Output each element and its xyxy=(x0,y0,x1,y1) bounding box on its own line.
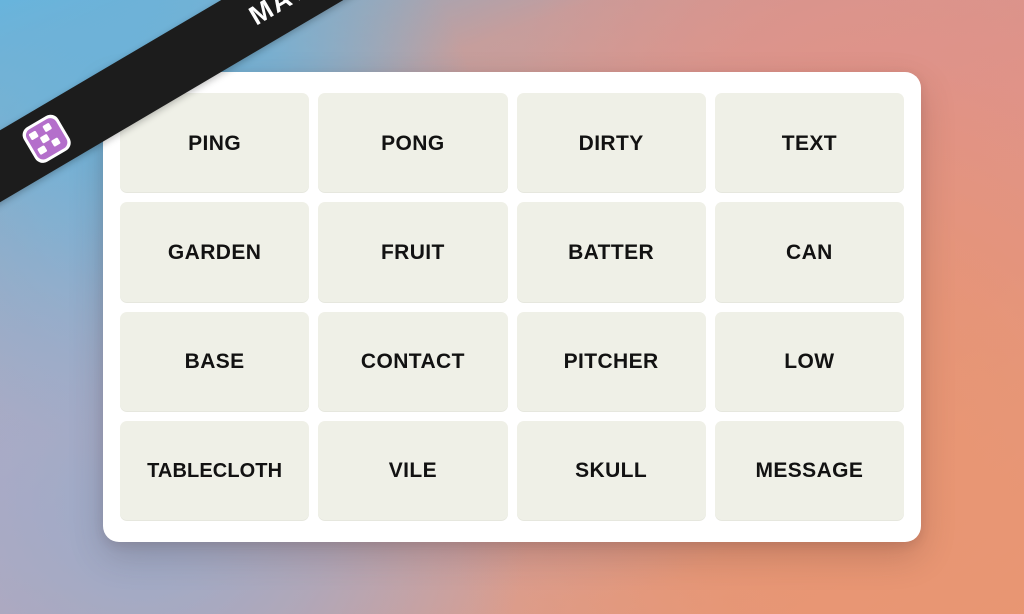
word-tile[interactable]: CAN xyxy=(714,202,904,303)
word-tile-label: FRUIT xyxy=(380,240,445,264)
word-tile-label: GARDEN xyxy=(167,240,262,264)
word-tile[interactable]: BATTER xyxy=(516,202,706,303)
word-tile[interactable]: VILE xyxy=(318,420,508,521)
word-tile[interactable]: BASE xyxy=(120,311,310,412)
word-tile-label: PONG xyxy=(381,131,445,155)
word-tile-label: CAN xyxy=(786,240,833,264)
word-tile-label: SKULL xyxy=(575,459,648,483)
word-tile[interactable]: CONTACT xyxy=(318,311,508,412)
word-tile[interactable]: GARDEN xyxy=(120,202,310,303)
word-tile[interactable]: LOW xyxy=(714,311,904,412)
word-tile-label: MESSAGE xyxy=(755,459,864,483)
word-tile-label: BATTER xyxy=(568,240,655,264)
word-tile-label: DIRTY xyxy=(578,131,644,155)
word-tile-label: TABLECLOTH xyxy=(147,459,283,482)
word-tile-label: LOW xyxy=(784,350,835,374)
word-tile[interactable]: DIRTY xyxy=(516,93,706,194)
word-tile[interactable]: FRUIT xyxy=(318,202,508,303)
connections-grid-icon xyxy=(17,109,77,169)
word-tile[interactable]: TABLECLOTH xyxy=(120,420,310,521)
word-tile[interactable]: MESSAGE xyxy=(714,420,904,521)
word-tile[interactable]: TEXT xyxy=(714,93,904,194)
word-tile-label: BASE xyxy=(184,350,245,374)
word-tile[interactable]: PONG xyxy=(318,93,508,194)
word-tile-label: CONTACT xyxy=(360,350,465,374)
puzzle-card: PING PONG DIRTY TEXT GARDEN FRUIT BATTER CAN BAS… xyxy=(103,72,921,542)
word-tile-label: VILE xyxy=(388,459,438,483)
word-tile-label: TEXT xyxy=(781,131,838,155)
word-tile-grid: PING PONG DIRTY TEXT GARDEN FRUIT BATTER CAN BAS… xyxy=(120,93,904,521)
word-tile[interactable]: SKULL xyxy=(516,420,706,521)
word-tile[interactable]: PITCHER xyxy=(516,311,706,412)
word-tile-label: PITCHER xyxy=(563,350,659,374)
word-tile-label: PING xyxy=(188,131,242,155)
